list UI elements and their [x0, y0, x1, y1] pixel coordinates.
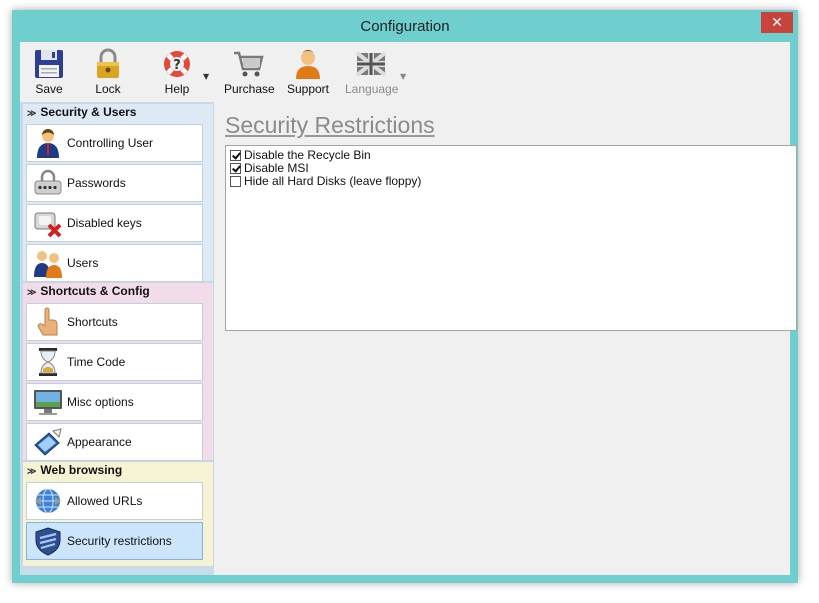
configuration-window: Configuration ✕ Save Lock ? Help ▼ Purch… [12, 10, 798, 583]
item-label: Security restrictions [67, 534, 172, 548]
item-label: Misc options [67, 395, 134, 409]
purchase-button[interactable]: Purchase [224, 48, 275, 96]
shield-icon [33, 526, 63, 556]
floppy-disk-icon [32, 48, 66, 80]
group-header-web-browsing[interactable]: ≫ Web browsing [23, 462, 213, 479]
purchase-label: Purchase [224, 82, 275, 96]
sidebar: ≫ Security & Users Controlling User Passw… [20, 102, 214, 575]
checkbox[interactable] [230, 150, 241, 161]
support-person-icon [291, 48, 325, 80]
main-panel: Security Restrictions Disable the Recycl… [214, 102, 797, 575]
help-button[interactable]: ? Help [160, 48, 194, 96]
language-label: Language [345, 82, 399, 96]
sidebar-item-passwords[interactable]: Passwords [26, 164, 203, 202]
checkbox[interactable] [230, 176, 241, 187]
sidebar-item-users[interactable]: Users [26, 244, 203, 282]
help-label: Help [164, 82, 190, 96]
group-security-users: ≫ Security & Users Controlling User Passw… [22, 103, 214, 282]
users-icon [33, 248, 63, 278]
group-shortcuts-config: ≫ Shortcuts & Config Shortcuts Time Code … [22, 282, 214, 461]
user-icon [33, 128, 63, 158]
option-label: Hide all Hard Disks (leave floppy) [244, 174, 422, 188]
group-web-browsing: ≫ Web browsing Allowed URLs Security rest… [22, 461, 214, 567]
item-label: Shortcuts [67, 315, 118, 329]
language-button[interactable]: Language [345, 48, 399, 96]
page-title: Security Restrictions [225, 112, 435, 138]
svg-text:?: ? [173, 58, 181, 73]
globe-icon [33, 486, 63, 516]
group-title: Security & Users [40, 105, 137, 119]
option-label: Disable MSI [244, 161, 309, 175]
group-title: Shortcuts & Config [40, 284, 150, 298]
sidebar-item-disabled-keys[interactable]: Disabled keys [26, 204, 203, 242]
support-label: Support [286, 82, 330, 96]
checkbox[interactable] [230, 163, 241, 174]
language-dropdown-arrow[interactable]: ▼ [400, 72, 406, 81]
sidebar-item-misc-options[interactable]: Misc options [26, 383, 203, 421]
chevron-icon: ≫ [27, 108, 37, 118]
item-label: Appearance [67, 435, 132, 449]
item-label: Users [67, 256, 99, 270]
hourglass-icon [33, 347, 63, 377]
item-label: Disabled keys [67, 216, 142, 230]
disabled-keys-icon [33, 208, 63, 238]
item-label: Controlling User [67, 136, 154, 150]
chevron-icon: ≫ [27, 287, 37, 297]
group-header-shortcuts-config[interactable]: ≫ Shortcuts & Config [23, 283, 213, 300]
uk-flag-icon [354, 48, 388, 80]
lock-button[interactable]: Lock [91, 48, 125, 96]
support-button[interactable]: Support [285, 48, 331, 96]
save-button[interactable]: Save [32, 48, 66, 96]
group-header-security-users[interactable]: ≫ Security & Users [23, 104, 213, 121]
sidebar-item-controlling-user[interactable]: Controlling User [26, 124, 203, 162]
window-title: Configuration [360, 18, 450, 35]
restrictions-list[interactable]: Disable the Recycle Bin Disable MSI Hide… [225, 145, 797, 331]
padlock-icon [91, 48, 125, 80]
group-title: Web browsing [40, 463, 123, 477]
option-disable-recycle-bin[interactable]: Disable the Recycle Bin [230, 148, 371, 162]
option-label: Disable the Recycle Bin [244, 148, 371, 162]
item-label: Passwords [67, 176, 126, 190]
shopping-cart-icon [232, 48, 266, 80]
sidebar-item-appearance[interactable]: Appearance [26, 423, 203, 461]
sidebar-item-time-code[interactable]: Time Code [26, 343, 203, 381]
appearance-icon [33, 427, 63, 457]
option-disable-msi[interactable]: Disable MSI [230, 161, 309, 175]
sidebar-item-security-restrictions[interactable]: Security restrictions [26, 522, 203, 560]
client-area: Save Lock ? Help ▼ Purchase Support Lang… [20, 42, 797, 575]
password-lock-icon [33, 168, 63, 198]
save-label: Save [35, 82, 63, 96]
help-dropdown-arrow[interactable]: ▼ [203, 72, 209, 81]
option-hide-hard-disks[interactable]: Hide all Hard Disks (leave floppy) [230, 174, 421, 188]
lock-label: Lock [95, 82, 121, 96]
sidebar-item-shortcuts[interactable]: Shortcuts [26, 303, 203, 341]
title-bar[interactable]: Configuration ✕ [12, 10, 798, 42]
monitor-icon [33, 387, 63, 417]
toolbar: Save Lock ? Help ▼ Purchase Support Lang… [20, 42, 790, 102]
lifebuoy-help-icon: ? [160, 48, 194, 80]
item-label: Allowed URLs [67, 494, 143, 508]
close-button[interactable]: ✕ [761, 12, 793, 33]
hand-pointer-icon [33, 307, 63, 337]
sidebar-item-allowed-urls[interactable]: Allowed URLs [26, 482, 203, 520]
item-label: Time Code [67, 355, 126, 369]
chevron-icon: ≫ [27, 466, 37, 476]
